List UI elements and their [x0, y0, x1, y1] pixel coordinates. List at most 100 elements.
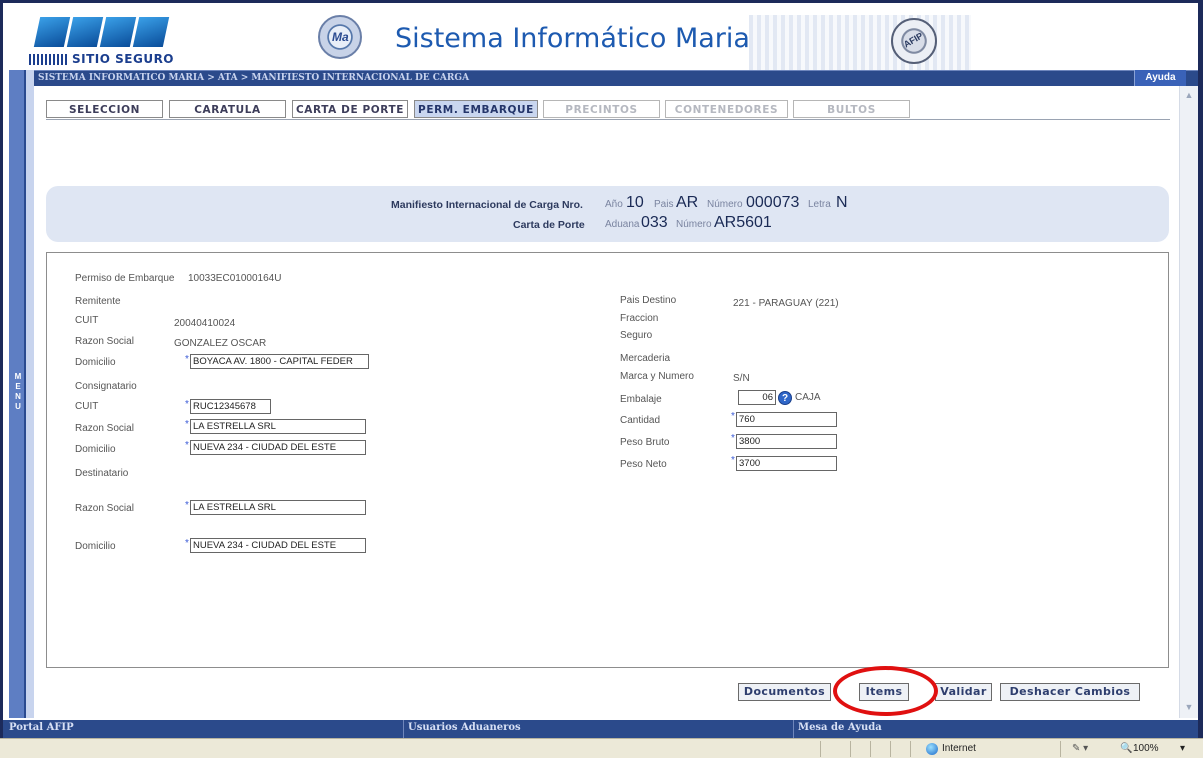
- breadcrumb-bar: SISTEMA INFORMATICO MARIA > ATA > MANIFI…: [34, 70, 1198, 86]
- cantidad-input[interactable]: 760: [736, 412, 837, 427]
- required-marker: *: [731, 455, 735, 466]
- zoom-dropdown-icon[interactable]: ▾: [1180, 743, 1185, 754]
- anio-value: 10: [626, 194, 644, 211]
- embalaje-label: Embalaje: [620, 394, 662, 405]
- tab-bultos: BULTOS: [793, 100, 910, 118]
- window-frame-left: [0, 0, 3, 740]
- rem-cuit-value: 20040410024: [174, 318, 236, 329]
- help-icon[interactable]: ?: [778, 391, 792, 405]
- consignatario-heading: Consignatario: [75, 381, 137, 392]
- portal-afip-link[interactable]: Portal AFIP: [9, 722, 74, 733]
- status-cell: [850, 741, 870, 757]
- browser-status-bar: Internet ✎ ▾ 🔍 100% ▾: [0, 738, 1203, 758]
- required-marker: *: [185, 399, 189, 410]
- sitio-seguro-text: SITIO SEGURO: [72, 52, 175, 66]
- manifest-info-banner: Manifiesto Internacional de Carga Nro. A…: [46, 186, 1169, 242]
- decorative-pattern: [749, 15, 971, 71]
- globe-icon: [926, 743, 938, 755]
- rem-domicilio-input[interactable]: BOYACA AV. 1800 - CAPITAL FEDER: [190, 354, 369, 369]
- rem-razon-value: GONZALEZ OSCAR: [174, 338, 267, 349]
- aduana-value: 033: [641, 214, 668, 231]
- des-domicilio-input[interactable]: NUEVA 234 - CIUDAD DEL ESTE: [190, 538, 366, 553]
- permiso-value: 10033EC01000164U: [188, 273, 282, 284]
- zoom-level[interactable]: 100%: [1133, 743, 1159, 754]
- breadcrumb: SISTEMA INFORMATICO MARIA > ATA > MANIFI…: [38, 73, 470, 83]
- required-marker: *: [185, 354, 189, 365]
- embalaje-description: CAJA: [795, 392, 821, 403]
- status-cell: [870, 741, 890, 757]
- documentos-button[interactable]: Documentos: [738, 683, 831, 701]
- required-marker: *: [731, 433, 735, 444]
- manifest-label: Manifiesto Internacional de Carga Nro.: [391, 199, 583, 211]
- peso-neto-input[interactable]: 3700: [736, 456, 837, 471]
- deshacer-cambios-button[interactable]: Deshacer Cambios: [1000, 683, 1140, 701]
- side-menu-toggle[interactable]: MENU: [9, 70, 26, 718]
- peso-neto-label: Peso Neto: [620, 459, 667, 470]
- des-razon-input[interactable]: LA ESTRELLA SRL: [190, 500, 366, 515]
- menu-label: MENU: [14, 372, 22, 411]
- maria-seal-icon: Ma: [318, 15, 362, 59]
- aduana-label: Aduana: [605, 219, 640, 230]
- carta-de-porte-label: Carta de Porte: [513, 219, 585, 231]
- mesa-de-ayuda-link[interactable]: Mesa de Ayuda: [798, 722, 882, 733]
- rem-domicilio-label: Domicilio: [75, 357, 116, 368]
- permiso-label: Permiso de Embarque: [75, 273, 175, 284]
- seguro-label: Seguro: [620, 330, 653, 341]
- tab-carta-de-porte[interactable]: CARTA DE PORTE: [292, 100, 408, 118]
- validar-button[interactable]: Validar: [935, 683, 992, 701]
- help-button[interactable]: Ayuda: [1134, 70, 1186, 86]
- header: SITIO SEGURO Ma Sistema Informático Mari…: [3, 3, 1198, 71]
- embalaje-input[interactable]: 06: [738, 390, 776, 405]
- anio-label: Año: [605, 199, 623, 210]
- footer-bar: Portal AFIP Usuarios Aduaneros Mesa de A…: [3, 720, 1198, 738]
- barcode-icon: [29, 54, 69, 65]
- aduana-seal-icon: AFIP: [891, 18, 937, 64]
- vertical-scrollbar[interactable]: ▲ ▼: [1179, 86, 1198, 718]
- letra-value: N: [836, 194, 848, 211]
- status-cell: [890, 741, 910, 757]
- con-razon-input[interactable]: LA ESTRELLA SRL: [190, 419, 366, 434]
- tab-contenedores: CONTENEDORES: [665, 100, 788, 118]
- zoom-icon[interactable]: 🔍: [1120, 743, 1132, 754]
- pais-destino-label: Pais Destino: [620, 295, 677, 306]
- protected-mode-icon[interactable]: ✎ ▾: [1072, 743, 1088, 754]
- footer-divider: [403, 720, 404, 738]
- afip-logo-mark: [33, 17, 177, 51]
- des-domicilio-label: Domicilio: [75, 541, 116, 552]
- carta-numero-value: AR5601: [714, 214, 772, 231]
- scroll-down-icon[interactable]: ▼: [1180, 700, 1198, 714]
- numero-label: Número: [707, 199, 743, 210]
- carta-numero-label: Número: [676, 219, 712, 230]
- highlight-circle: [833, 666, 938, 716]
- usuarios-aduaneros-link[interactable]: Usuarios Aduaneros: [408, 722, 521, 733]
- rem-cuit-label: CUIT: [75, 315, 99, 326]
- marca-label: Marca y Numero: [620, 371, 694, 382]
- con-razon-label: Razon Social: [75, 423, 134, 434]
- required-marker: *: [185, 440, 189, 451]
- footer-divider: [793, 720, 794, 738]
- pais-destino-value: 221 - PARAGUAY (221): [733, 298, 839, 309]
- mercaderia-label: Mercaderia: [620, 353, 671, 364]
- required-marker: *: [185, 500, 189, 511]
- tab-bar: SELECCION CARATULA CARTA DE PORTE PERM. …: [46, 100, 1170, 120]
- afip-logo[interactable]: SITIO SEGURO: [29, 17, 179, 69]
- con-cuit-input[interactable]: RUC12345678: [190, 399, 271, 414]
- remitente-heading: Remitente: [75, 296, 121, 307]
- status-cell: [820, 741, 850, 757]
- permiso-embarque-form: Permiso de Embarque 10033EC01000164U Rem…: [46, 252, 1169, 668]
- letra-label: Letra: [808, 199, 831, 210]
- peso-bruto-input[interactable]: 3800: [736, 434, 837, 449]
- pais-label: Pais: [654, 199, 674, 210]
- destinatario-heading: Destinatario: [75, 468, 129, 479]
- tab-caratula[interactable]: CARATULA: [169, 100, 286, 118]
- con-cuit-label: CUIT: [75, 401, 99, 412]
- scroll-up-icon[interactable]: ▲: [1180, 88, 1198, 102]
- required-marker: *: [731, 411, 735, 422]
- con-domicilio-input[interactable]: NUEVA 234 - CIUDAD DEL ESTE: [190, 440, 366, 455]
- des-razon-label: Razon Social: [75, 503, 134, 514]
- tab-seleccion[interactable]: SELECCION: [46, 100, 163, 118]
- fraccion-label: Fraccion: [620, 313, 659, 324]
- con-domicilio-label: Domicilio: [75, 444, 116, 455]
- peso-bruto-label: Peso Bruto: [620, 437, 670, 448]
- tab-perm-embarque[interactable]: PERM. EMBARQUE: [414, 100, 538, 118]
